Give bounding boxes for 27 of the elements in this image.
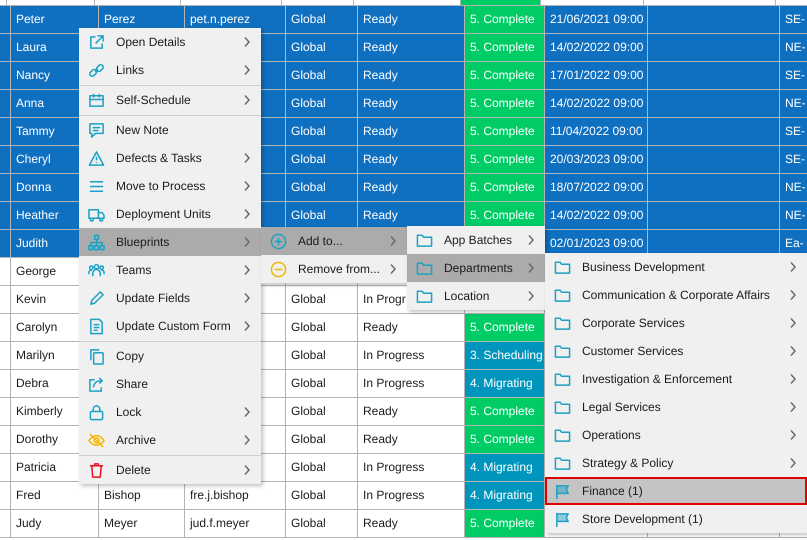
stage-cell: 5. Complete — [465, 398, 545, 426]
region-cell: Global — [286, 454, 358, 482]
stage-cell: 5. Complete — [465, 62, 545, 90]
stage-cell: 5. Complete — [465, 34, 545, 62]
last-name-cell: Meyer — [99, 510, 185, 538]
stage-cell: 3. Scheduling — [465, 342, 545, 370]
region-cell: Global — [286, 510, 358, 538]
stage-cell: 5. Complete — [465, 426, 545, 454]
stage-cell: 4. Migrating — [465, 370, 545, 398]
stage-cell: 5. Complete — [465, 6, 545, 34]
stage-cell: 5. Complete — [465, 146, 545, 174]
region-cell: Global — [286, 426, 358, 454]
first-name-cell: Judy — [11, 510, 99, 538]
email-cell: jud.f.meyer — [185, 510, 286, 538]
region-cell: Global — [286, 342, 358, 370]
region-cell: Global — [286, 482, 358, 510]
stage-cell: 5. Complete — [465, 90, 545, 118]
stage-cell: 5. Complete — [465, 314, 545, 342]
stage-cell: 5. Complete — [465, 174, 545, 202]
stage-cell: 5. Complete — [465, 118, 545, 146]
region-cell: Global — [286, 370, 358, 398]
stage-cell: 4. Migrating — [465, 482, 545, 510]
region-cell: Global — [286, 286, 358, 314]
stage-cell: 5. Complete — [465, 510, 545, 538]
stage-cell: 4. Migrating — [465, 454, 545, 482]
region-cell: Global — [286, 398, 358, 426]
region-cell: Global — [286, 314, 358, 342]
